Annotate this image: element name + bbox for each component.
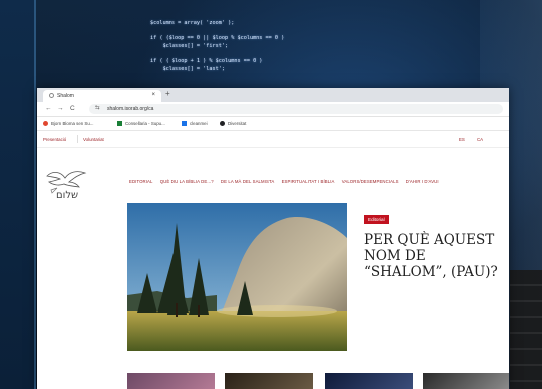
code-line: $columns = array( 'zoom' ); [150, 20, 235, 26]
background-code: $columns = array( 'zoom' ); if ( ($loop … [150, 20, 284, 73]
logo-hebrew-text: שלום [56, 190, 79, 201]
bookmark-favicon-icon [220, 121, 225, 127]
landscape-photo [127, 203, 347, 351]
main-menu: EDITORIAL QUÈ DIU LA BÍBLIA DE...? DE LA… [129, 179, 445, 184]
menu-item-espiritualitat[interactable]: ESPIRITUALITAT I BÍBLIA [282, 179, 335, 184]
bookmark-label: cleanmei [190, 121, 208, 126]
bookmark-favicon-icon [43, 121, 48, 127]
site-info-icon[interactable]: ⇆ [95, 105, 100, 111]
menu-item-dahir-i-davui[interactable]: D'AHIR I D'AVUI [406, 179, 439, 184]
language-ca[interactable]: CA [477, 137, 483, 142]
globe-icon [49, 93, 54, 98]
featured-headline[interactable]: PER QUÈ AQUEST NOM DE “SHALOM”, (PAU)? [364, 232, 509, 280]
bookmark-item[interactable]: Bjorn Bloma sen Su... [43, 121, 94, 127]
menu-item-valors[interactable]: VALORS/DESEMPENCIALS [342, 179, 399, 184]
bookmark-item[interactable]: cleanmei [182, 121, 208, 127]
code-line: if ( ($loop == 0 || $loop % $columns == … [150, 35, 285, 42]
keyboard [510, 270, 542, 389]
divider [77, 135, 78, 143]
link-presentacio[interactable]: Presentació [43, 137, 66, 142]
monitor-edge [0, 0, 36, 389]
browser-window: Shalom × + ← → C ⇆ shalom.isorab.org/ca … [37, 88, 509, 389]
bookmark-label: Consellaria - Supu... [125, 121, 165, 126]
tab-bar: Shalom × + [37, 88, 509, 102]
bookmark-label: Bjorn Bloma sen Su... [51, 121, 94, 126]
back-button[interactable]: ← [45, 105, 52, 112]
post-thumbnail[interactable] [423, 373, 509, 389]
bookmark-label: Diversitat [228, 121, 247, 126]
reload-button[interactable]: C [70, 105, 75, 112]
menu-item-que-diu-la-biblia[interactable]: QUÈ DIU LA BÍBLIA DE...? [160, 179, 214, 184]
code-line: $classes[] = 'first'; [150, 42, 229, 49]
tab-title: Shalom [57, 93, 74, 99]
bookmark-item[interactable]: Consellaria - Supu... [117, 121, 165, 127]
url-text: shalom.isorab.org/ca [107, 106, 154, 112]
language-es[interactable]: ES [459, 137, 465, 142]
site-top-nav: Presentació Voluntariat ES CA [37, 131, 509, 148]
code-line: if ( ( $loop + 1 ) % $columns == 0 ) [150, 57, 263, 64]
link-voluntariat[interactable]: Voluntariat [83, 137, 104, 142]
code-line: $classes[] = 'last'; [150, 65, 225, 72]
site-logo[interactable]: שלום [43, 166, 87, 202]
new-tab-button[interactable]: + [165, 89, 170, 98]
menu-item-editorial[interactable]: EDITORIAL [129, 179, 153, 184]
post-thumbnail[interactable] [225, 373, 313, 389]
bookmark-item[interactable]: Diversitat [220, 121, 247, 127]
bookmark-favicon-icon [182, 121, 187, 127]
menu-item-de-la-ma-del-salmista[interactable]: DE LA MÀ DEL SALMISTA [221, 179, 274, 184]
address-bar[interactable]: ⇆ shalom.isorab.org/ca [89, 104, 503, 114]
forward-button[interactable]: → [57, 105, 64, 112]
post-thumbnail[interactable] [325, 373, 413, 389]
post-thumbnail[interactable] [127, 373, 215, 389]
bookmark-favicon-icon [117, 121, 122, 127]
close-tab-button[interactable]: × [151, 92, 155, 98]
featured-image[interactable] [127, 203, 347, 351]
bookmarks-bar: Bjorn Bloma sen Su... Consellaria - Supu… [37, 117, 509, 131]
tab-shalom[interactable]: Shalom × [43, 90, 161, 102]
navigation-bar: ← → C ⇆ shalom.isorab.org/ca [37, 102, 509, 117]
category-badge[interactable]: Editorial [364, 215, 389, 224]
